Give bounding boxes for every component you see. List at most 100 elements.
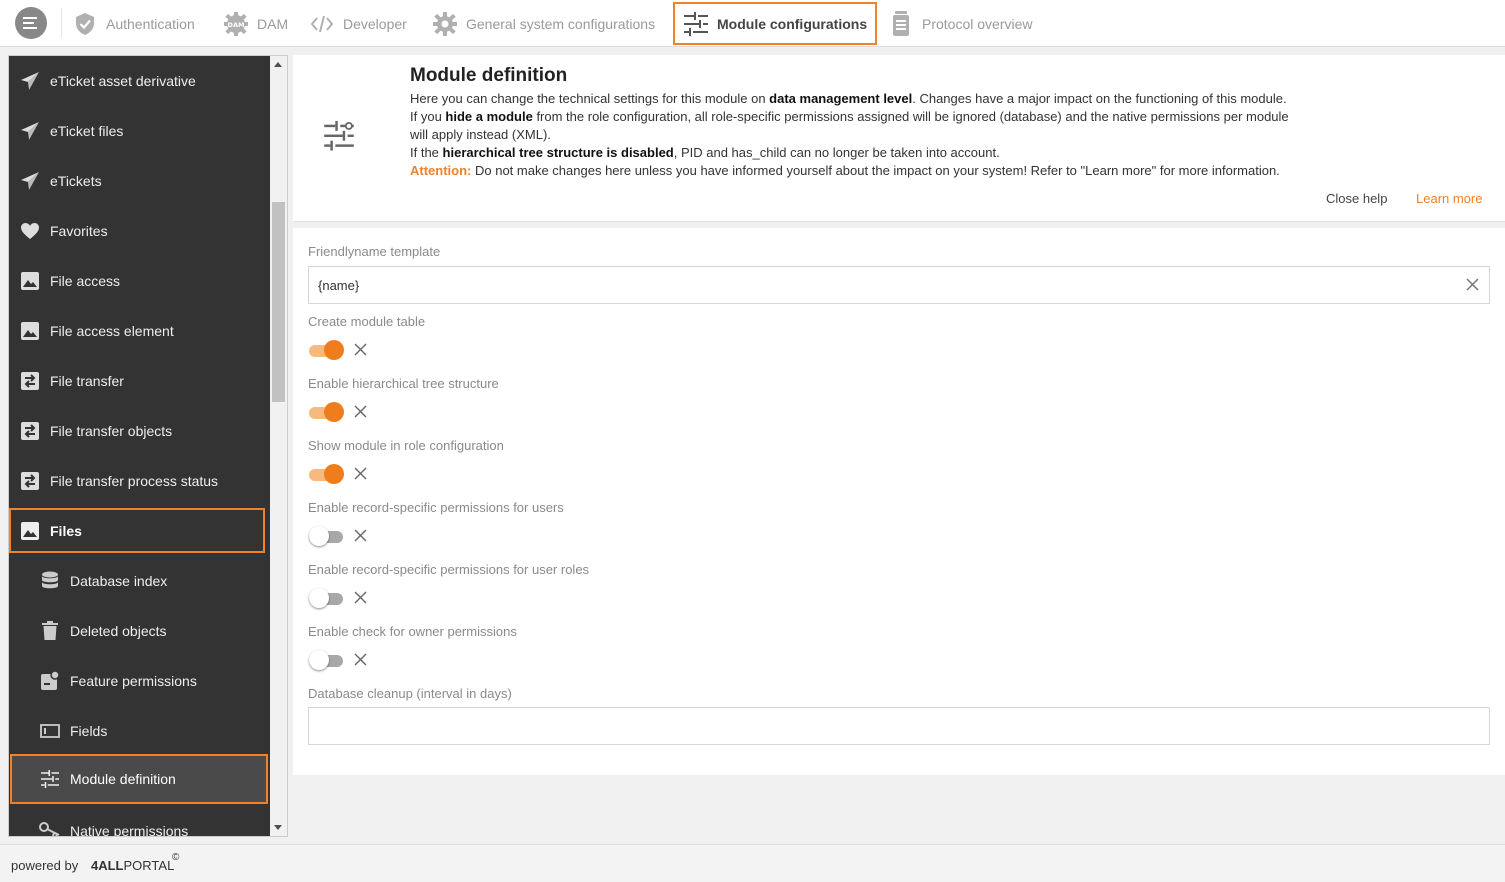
document-stack-icon (888, 10, 914, 37)
tab-label: Developer (343, 15, 407, 32)
sidebar-item-native-permissions[interactable]: Native permissions (9, 806, 271, 837)
page-title: Module definition (410, 65, 568, 86)
module-sidebar: eTicket asset derivative eTicket files e… (8, 55, 288, 837)
tab-developer[interactable]: Developer (309, 2, 407, 45)
clear-icon[interactable] (1466, 278, 1479, 294)
sidebar-item-label: Deleted objects (70, 623, 167, 639)
help-text-segment: Do not make changes here unless you have… (471, 163, 1280, 178)
sidebar-item-module-definition[interactable]: Module definition (10, 754, 268, 804)
scroll-down-arrow-icon[interactable] (274, 825, 282, 830)
module-definition-form: Friendlyname template {name} Create modu… (293, 228, 1505, 775)
owner-permissions-label: Enable check for owner permissions (308, 624, 517, 639)
tab-label: DAM (257, 15, 289, 32)
reset-x-icon[interactable] (354, 343, 367, 356)
hamburger-menu-button[interactable] (15, 7, 47, 39)
paper-plane-icon (19, 120, 41, 142)
dam-gear-icon: DAM (223, 11, 249, 37)
record-permissions-users-label: Enable record-specific permissions for u… (308, 500, 564, 515)
hierarchical-tree-label: Enable hierarchical tree structure (308, 376, 499, 391)
create-module-table-toggle[interactable] (309, 339, 345, 361)
footer: powered by 4ALLPORTAL © (0, 844, 1505, 882)
friendlyname-label: Friendlyname template (308, 244, 441, 259)
brand-bold: 4ALL (91, 858, 124, 873)
reset-x-icon[interactable] (354, 529, 367, 542)
record-permissions-users-toggle[interactable] (309, 525, 345, 547)
brand-logo: 4ALLPORTAL (91, 858, 174, 873)
sidebar-item-file-access[interactable]: File access (9, 256, 271, 306)
sidebar-item-file-access-element[interactable]: File access element (9, 306, 271, 356)
tab-label: Authentication (106, 15, 195, 32)
sidebar-item-label: File access (50, 273, 121, 289)
reset-x-icon[interactable] (354, 591, 367, 604)
record-permissions-roles-toggle[interactable] (309, 587, 345, 609)
reset-x-icon[interactable] (354, 653, 367, 666)
help-text-bold: hierarchical tree structure is disabled (442, 145, 674, 160)
sidebar-item-file-transfer[interactable]: File transfer (9, 356, 271, 406)
sidebar-item-etickets[interactable]: eTickets (9, 156, 271, 206)
transfer-icon (19, 420, 41, 442)
sidebar-item-label: File transfer objects (50, 423, 173, 439)
sidebar-item-label: Module definition (70, 771, 176, 787)
hierarchical-tree-toggle[interactable] (309, 401, 345, 423)
top-navigation-bar: Authentication DAM DAM Developer General… (0, 0, 1505, 47)
copyright-mark: © (172, 852, 180, 863)
sidebar-item-label: File access element (50, 323, 174, 339)
reset-x-icon[interactable] (354, 467, 367, 480)
gear-icon (432, 11, 458, 37)
hamburger-icon (23, 17, 37, 29)
friendlyname-value: {name} (318, 277, 360, 293)
owner-permissions-toggle[interactable] (309, 649, 345, 671)
sidebar-item-label: Favorites (50, 223, 108, 239)
help-text-segment: Here you can change the technical settin… (410, 91, 770, 106)
sidebar-item-file-transfer-process-status[interactable]: File transfer process status (9, 456, 271, 506)
scrollbar-thumb[interactable] (272, 202, 285, 402)
sidebar-item-label: File transfer process status (50, 473, 219, 489)
image-icon (19, 270, 41, 292)
friendlyname-input[interactable]: {name} (308, 266, 1490, 304)
brand-rest: PORTAL (123, 858, 175, 873)
show-in-role-config-label: Show module in role configuration (308, 438, 504, 453)
divider (61, 8, 62, 38)
sidebar-item-fields[interactable]: Fields (9, 706, 271, 756)
tab-label: Protocol overview (922, 15, 1033, 32)
sliders-icon (39, 768, 61, 790)
sidebar-item-deleted-objects[interactable]: Deleted objects (9, 606, 271, 656)
help-description: Here you can change the technical settin… (410, 90, 1300, 180)
sidebar-item-label: Native permissions (70, 823, 189, 837)
sidebar-item-file-transfer-objects[interactable]: File transfer objects (9, 406, 271, 456)
heart-icon (19, 220, 41, 242)
help-text-segment: If the (410, 145, 443, 160)
sidebar-item-label: Feature permissions (70, 673, 197, 689)
trash-icon (39, 620, 61, 642)
database-cleanup-input[interactable] (308, 707, 1490, 745)
fields-icon (39, 720, 61, 742)
sidebar-item-label: Fields (70, 723, 108, 739)
sidebar-item-eticket-asset-derivative[interactable]: eTicket asset derivative (9, 56, 271, 106)
tab-general-system-configurations[interactable]: General system configurations (432, 2, 655, 45)
database-icon (39, 570, 61, 592)
record-permissions-roles-label: Enable record-specific permissions for u… (308, 562, 590, 577)
tab-dam[interactable]: DAM DAM (223, 2, 288, 45)
sidebar-item-favorites[interactable]: Favorites (9, 206, 271, 256)
scroll-up-arrow-icon[interactable] (274, 62, 282, 67)
help-text-segment: , PID and has_child can no longer be tak… (673, 145, 1000, 160)
sidebar-scrollbar[interactable] (270, 56, 287, 836)
key-icon (39, 820, 61, 836)
reset-x-icon[interactable] (354, 405, 367, 418)
tab-protocol-overview[interactable]: Protocol overview (888, 2, 1033, 45)
learn-more-link[interactable]: Learn more (1416, 191, 1482, 206)
sidebar-item-files[interactable]: Files (9, 508, 265, 553)
close-help-link[interactable]: Close help (1326, 191, 1387, 206)
tab-authentication[interactable]: Authentication (72, 2, 195, 45)
feature-permissions-icon (39, 670, 61, 692)
tab-label: General system configurations (466, 15, 656, 32)
sidebar-item-feature-permissions[interactable]: Feature permissions (9, 656, 271, 706)
show-in-role-config-toggle[interactable] (309, 463, 345, 485)
sliders-icon (683, 11, 709, 37)
sidebar-item-eticket-files[interactable]: eTicket files (9, 106, 271, 156)
sidebar-item-database-index[interactable]: Database index (9, 556, 271, 606)
sidebar-item-label: File transfer (50, 373, 124, 389)
help-text-segment: from the role configuration, all role-sp… (410, 109, 1289, 142)
tab-module-configurations[interactable]: Module configurations (673, 2, 878, 45)
tab-label: Module configurations (717, 15, 868, 32)
